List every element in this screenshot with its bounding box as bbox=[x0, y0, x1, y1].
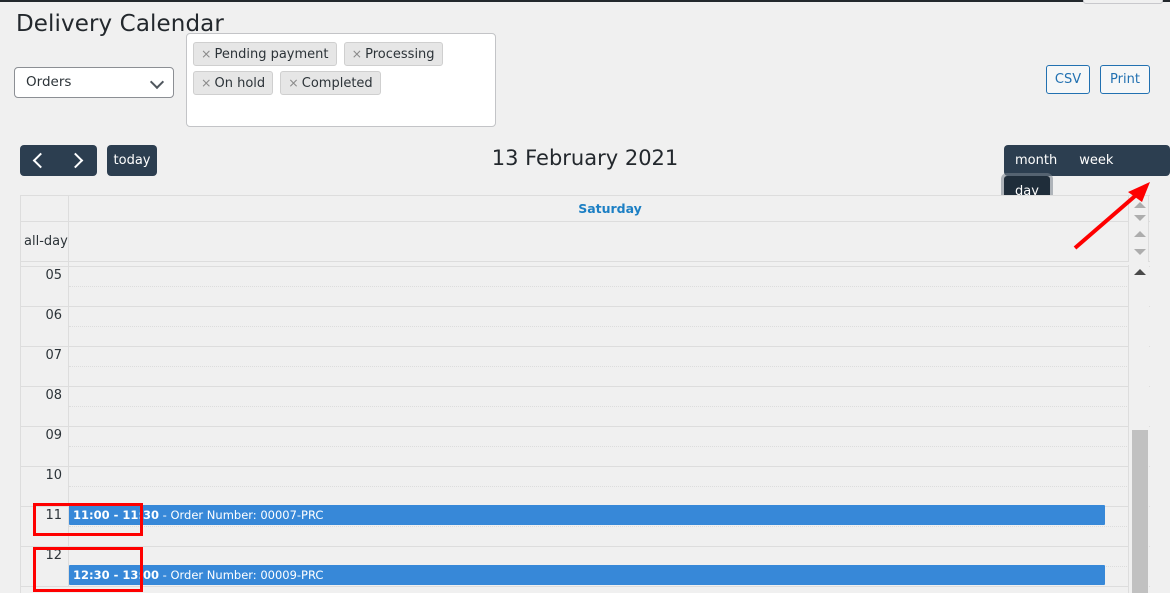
csv-export-button[interactable]: CSV bbox=[1046, 65, 1090, 94]
status-tag[interactable]: × Pending payment bbox=[193, 42, 337, 66]
all-day-label: all-day bbox=[21, 222, 69, 261]
calendar-title: 13 February 2021 bbox=[491, 146, 679, 170]
status-tag[interactable]: × Completed bbox=[280, 71, 381, 95]
scroll-up-icon[interactable] bbox=[1134, 202, 1146, 208]
view-button-week[interactable]: week bbox=[1068, 145, 1124, 176]
scrollbar-thumb[interactable] bbox=[1132, 430, 1148, 593]
all-day-scrollbar[interactable] bbox=[1128, 196, 1149, 262]
print-button[interactable]: Print bbox=[1100, 65, 1150, 94]
half-hour-line bbox=[69, 526, 1150, 527]
half-hour-line bbox=[69, 446, 1150, 447]
event-title: Order Number: 00007-PRC bbox=[170, 508, 324, 522]
view-button-month[interactable]: month bbox=[1004, 145, 1068, 176]
hour-row[interactable]: 06 bbox=[21, 307, 1150, 347]
hour-row[interactable]: 08 bbox=[21, 387, 1150, 427]
remove-tag-icon[interactable]: × bbox=[352, 46, 362, 61]
hour-label: 06 bbox=[21, 307, 69, 346]
calendar-event[interactable]: 12:30 - 13:00 - Order Number: 00009-PRC bbox=[69, 565, 1105, 585]
status-filter-box[interactable]: × Pending payment × Processing × On hold × C… bbox=[186, 33, 496, 127]
time-slots: 05 06 07 08 09 10 11 12 11:00 - 11:30 - … bbox=[21, 267, 1150, 593]
scroll-down-icon[interactable] bbox=[1134, 249, 1146, 255]
hour-row[interactable]: 05 bbox=[21, 267, 1150, 307]
axis-corner bbox=[21, 196, 69, 221]
remove-tag-icon[interactable]: × bbox=[288, 75, 298, 90]
source-select[interactable]: Orders bbox=[14, 67, 174, 98]
day-name-label[interactable]: Saturday bbox=[69, 196, 1150, 221]
annotation-box bbox=[33, 503, 143, 536]
status-tag[interactable]: × Processing bbox=[343, 42, 443, 66]
chevron-down-icon bbox=[152, 77, 163, 88]
hour-label: 09 bbox=[21, 427, 69, 466]
hour-label: 07 bbox=[21, 347, 69, 386]
top-right-panel-stub bbox=[1083, 0, 1163, 4]
hour-row[interactable]: 10 bbox=[21, 467, 1150, 507]
half-hour-line bbox=[69, 366, 1150, 367]
all-day-row[interactable]: all-day bbox=[21, 222, 1150, 262]
event-title: Order Number: 00009-PRC bbox=[170, 568, 324, 582]
event-separator: - bbox=[159, 568, 171, 582]
scroll-down-icon[interactable] bbox=[1134, 215, 1146, 221]
status-tag-label: On hold bbox=[214, 76, 266, 91]
hour-label: 08 bbox=[21, 387, 69, 426]
status-tag-label: Processing bbox=[365, 47, 435, 62]
half-hour-line bbox=[69, 326, 1150, 327]
hour-row[interactable]: 09 bbox=[21, 427, 1150, 467]
scroll-up-icon[interactable] bbox=[1134, 231, 1146, 237]
half-hour-line bbox=[69, 406, 1150, 407]
calendar-event[interactable]: 11:00 - 11:30 - Order Number: 00007-PRC bbox=[69, 505, 1105, 525]
source-select-value: Orders bbox=[26, 74, 72, 90]
time-grid-scrollbar[interactable] bbox=[1128, 265, 1149, 593]
status-tag-label: Pending payment bbox=[214, 47, 329, 62]
status-tag[interactable]: × On hold bbox=[193, 71, 274, 95]
remove-tag-icon[interactable]: × bbox=[201, 46, 211, 61]
view-switcher: month weekday bbox=[1004, 145, 1170, 207]
calendar-grid: Saturday all-day 05 06 07 08 09 10 11 12… bbox=[20, 195, 1150, 593]
scroll-up-icon[interactable] bbox=[1134, 269, 1146, 275]
calendar-day-header: Saturday bbox=[21, 196, 1150, 222]
admin-bar bbox=[0, 0, 1170, 2]
hour-label: 10 bbox=[21, 467, 69, 506]
half-hour-line bbox=[69, 286, 1150, 287]
hour-row[interactable]: 07 bbox=[21, 347, 1150, 387]
status-tag-label: Completed bbox=[301, 76, 373, 91]
annotation-box bbox=[33, 547, 143, 592]
hour-label: 05 bbox=[21, 267, 69, 306]
event-separator: - bbox=[159, 508, 171, 522]
half-hour-line bbox=[69, 486, 1150, 487]
remove-tag-icon[interactable]: × bbox=[201, 75, 211, 90]
